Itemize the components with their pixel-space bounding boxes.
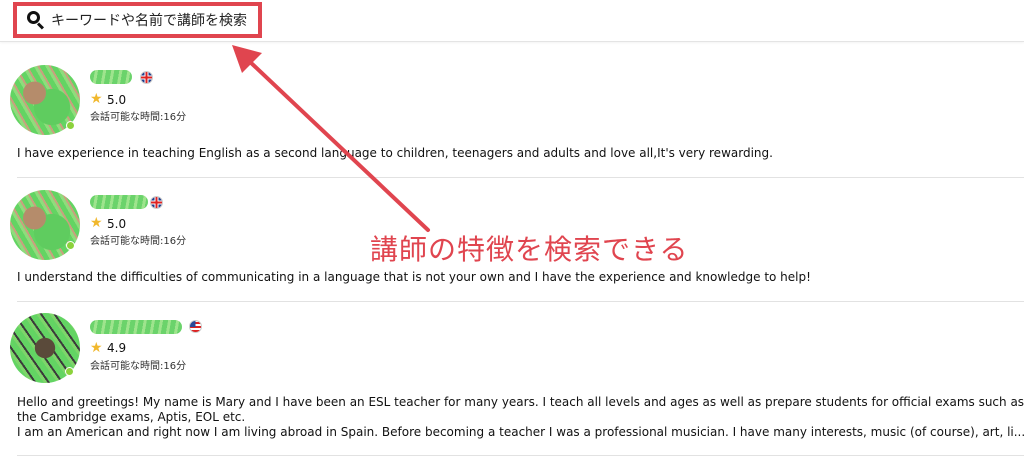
annotation-text: 講師の特徴を検索できる: [370, 233, 689, 266]
